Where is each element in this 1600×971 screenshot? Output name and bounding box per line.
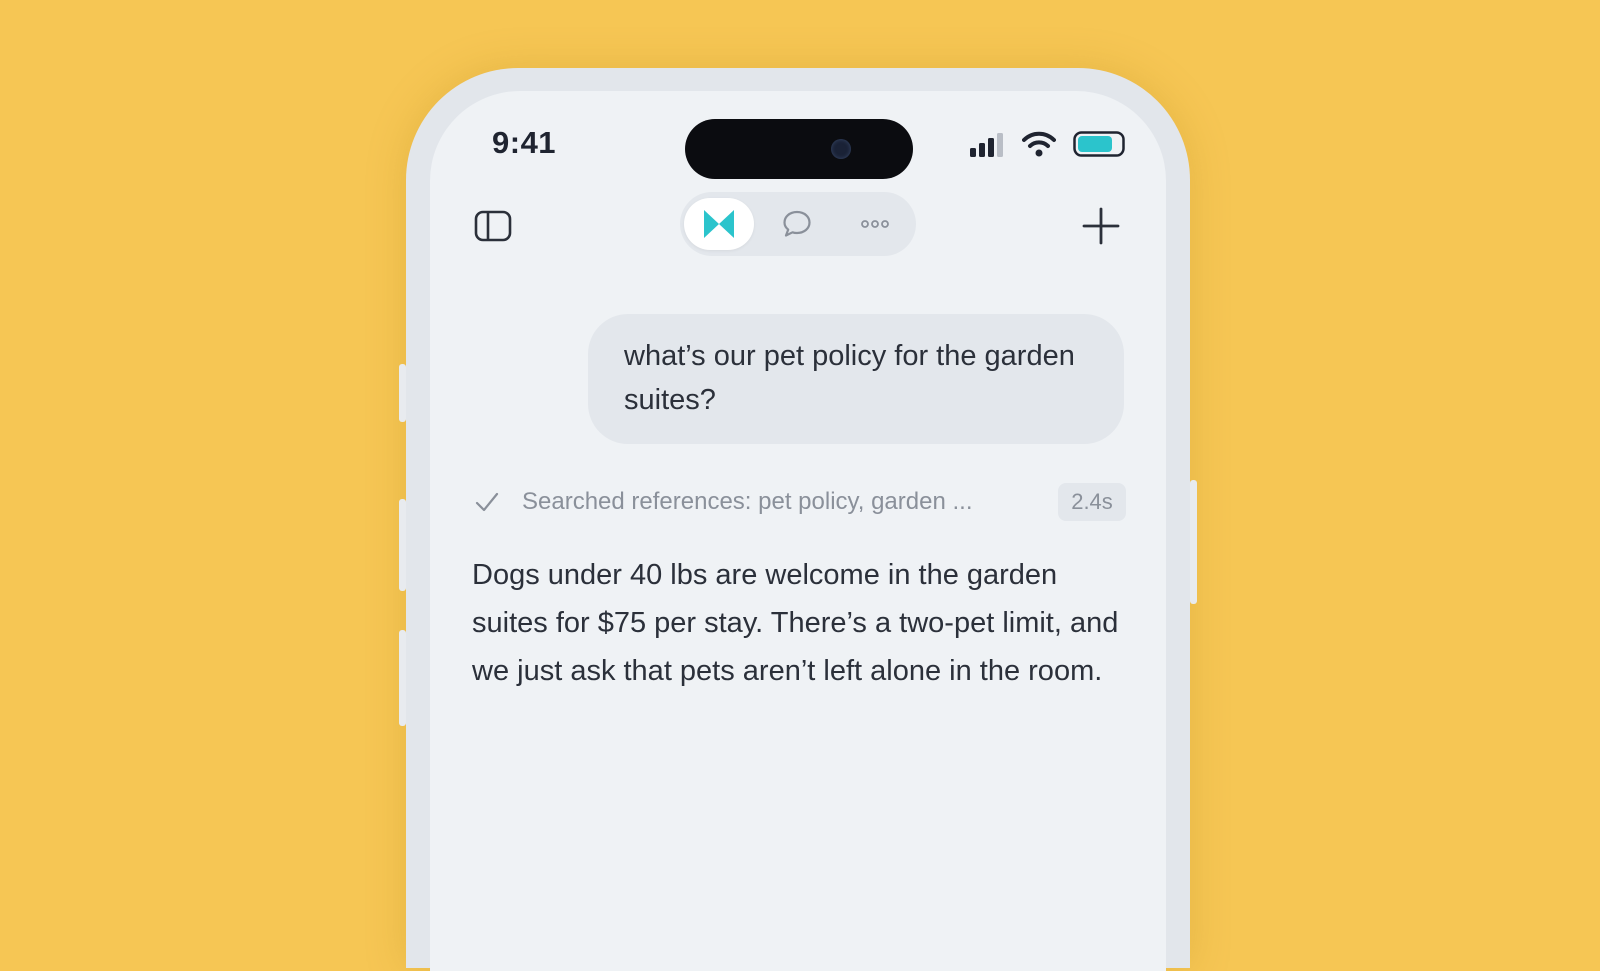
phone-screen: 9:41 what’s our pet policy for the garde…: [430, 91, 1166, 971]
user-message-bubble: what’s our pet policy for the garden sui…: [588, 314, 1124, 444]
sidebar-toggle-icon[interactable]: [474, 210, 512, 242]
more-dots-icon: [861, 220, 889, 228]
new-chat-plus-icon[interactable]: [1082, 207, 1120, 245]
assistant-reply: Dogs under 40 lbs are welcome in the gar…: [472, 559, 1119, 687]
tab-more[interactable]: [840, 198, 910, 250]
search-status-text: Searched references: pet policy, garden …: [522, 488, 973, 515]
dynamic-island: [685, 119, 913, 179]
phone-volume-down: [399, 630, 406, 726]
battery-icon: [1073, 131, 1125, 157]
logo-icon: [704, 210, 734, 238]
phone-power-button: [1190, 480, 1197, 604]
chat-bubble-icon: [783, 210, 811, 237]
status-time: 9:41: [492, 125, 557, 160]
camera-icon: [831, 139, 851, 159]
wifi-icon: [1022, 131, 1056, 157]
search-status-row[interactable]: Searched references: pet policy, garden …: [474, 483, 1126, 521]
mode-switcher: [680, 192, 916, 256]
check-icon: [475, 492, 499, 512]
phone-mute-switch: [399, 364, 406, 422]
tab-chat[interactable]: [762, 198, 832, 250]
cellular-signal-icon: [970, 133, 1003, 157]
search-duration-badge: 2.4s: [1058, 483, 1126, 521]
tab-assistant[interactable]: [684, 198, 754, 250]
phone-volume-up: [399, 499, 406, 591]
